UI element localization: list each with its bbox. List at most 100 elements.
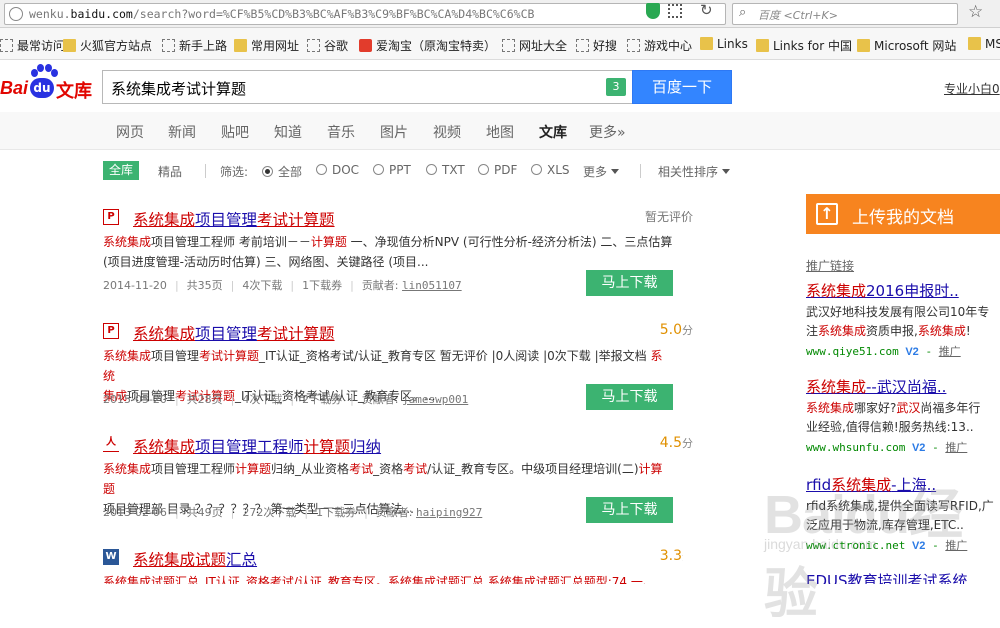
search-button[interactable]: 百度一下 — [632, 70, 732, 104]
filter-bar: 全库 精品 筛选: 全部 DOC PPT TXT PDF XLS 更多 相关性排… — [0, 158, 780, 184]
ad-promote-tag[interactable]: 推广 — [939, 345, 961, 358]
filter-more[interactable]: 更多 — [583, 163, 620, 180]
result-score: 3.3分 — [659, 548, 683, 564]
ppt-file-icon: P — [103, 323, 119, 339]
tab-tieba[interactable]: 贴吧 — [221, 122, 249, 142]
baidu-wenku-logo[interactable]: Bai du 文库 — [0, 64, 96, 104]
reload-icon[interactable]: ↻ — [700, 1, 713, 19]
bookmark-ms[interactable]: MS — [968, 37, 1000, 51]
bookmark-url-directory[interactable]: 网址大全 — [502, 37, 567, 54]
sort-dropdown[interactable]: 相关性排序 — [658, 163, 731, 180]
ad-body: 系统集成哪家好?武汉尚福多年行 业经验,值得信赖!服务热线:13.. — [806, 401, 981, 434]
tab-music[interactable]: 音乐 — [327, 122, 355, 142]
ad-title[interactable]: 系统集成--武汉尚福.. — [806, 376, 1000, 397]
tab-wenku[interactable]: 文库 — [539, 122, 567, 142]
filter-label: 筛选: — [220, 165, 249, 179]
bookmark-common-sites[interactable]: 常用网址 — [234, 37, 299, 54]
address-toolbar: wenku.baidu.com/search?word=%CF%B5%CD%B3… — [0, 0, 1000, 28]
result-score: 5.0分 — [659, 322, 693, 338]
bookmark-google[interactable]: 谷歌 — [307, 37, 348, 54]
chevron-down-icon — [722, 169, 731, 174]
page-icon — [502, 39, 515, 52]
bookmark-links[interactable]: Links — [700, 37, 748, 51]
tab-more[interactable]: 更多» — [589, 122, 626, 142]
paw-icon — [30, 64, 58, 78]
filter-xls[interactable]: XLS — [531, 163, 570, 177]
folder-icon — [700, 37, 713, 50]
download-button[interactable]: 马上下载 — [586, 497, 673, 523]
result-title[interactable]: 系统集成项目管理考试计算题 — [133, 322, 335, 344]
bookmarks-bar: 最常访问 火狐官方站点 新手上路 常用网址 谷歌 爱淘宝（原淘宝特卖） 网址大全… — [0, 28, 1000, 60]
sponsored-links-heading[interactable]: 推广链接 — [806, 257, 854, 274]
result-item: P 系统集成项目管理考试计算题 5.0分 系统集成项目管理考试计算题_IT认证_… — [103, 322, 693, 422]
globe-icon — [9, 7, 23, 21]
verified-v2-icon: V2 — [905, 346, 919, 358]
radio-icon — [531, 164, 542, 175]
page-icon — [307, 39, 320, 52]
shield-icon[interactable] — [646, 3, 660, 19]
ad-url: www.qiye51.com V2 - 推广 — [806, 345, 961, 358]
bookmark-most-visited[interactable]: 最常访问 — [0, 37, 65, 54]
bookmark-game-center[interactable]: 游戏中心 — [627, 37, 692, 54]
pro-link[interactable]: 专业小白0 — [944, 80, 1000, 97]
premium-filter[interactable]: 精品 — [158, 163, 182, 180]
download-button[interactable]: 马上下载 — [586, 384, 673, 410]
result-item: W 系统集成试题汇总 3.3分 系统集成试题汇总_IT认证_资格考试/认证_教育… — [103, 548, 683, 584]
bookmark-haosou[interactable]: 好搜 — [576, 37, 617, 54]
taobao-icon — [359, 39, 372, 52]
qr-code-icon[interactable] — [668, 4, 682, 18]
chevron-down-icon — [611, 169, 620, 174]
tab-web[interactable]: 网页 — [116, 122, 144, 142]
result-score: 4.5分 — [659, 435, 693, 451]
filter-all[interactable]: 全部 — [262, 163, 302, 180]
tab-zhidao[interactable]: 知道 — [274, 122, 302, 142]
filter-txt[interactable]: TXT — [426, 163, 465, 177]
result-title[interactable]: 系统集成项目管理考试计算题 — [133, 208, 335, 230]
download-button[interactable]: 马上下载 — [586, 270, 673, 296]
folder-icon — [234, 39, 247, 52]
tab-images[interactable]: 图片 — [380, 122, 408, 142]
page-icon — [0, 39, 13, 52]
result-title[interactable]: 系统集成项目管理工程师计算题归纳 — [133, 435, 381, 457]
radio-icon — [373, 164, 384, 175]
ad-title[interactable]: 系统集成2016申报时.. — [806, 280, 1000, 301]
result-item: 人 系统集成项目管理工程师计算题归纳 4.5分 系统集成项目管理工程师计算题归纳… — [103, 435, 693, 535]
bookmark-links-china[interactable]: Links for 中国 — [756, 37, 852, 54]
bookmark-firefox[interactable]: 火狐官方站点 — [63, 37, 152, 54]
tab-video[interactable]: 视频 — [433, 122, 461, 142]
filter-doc[interactable]: DOC — [316, 163, 359, 177]
result-score: 暂无评价 — [644, 210, 693, 224]
query-count-badge: 3 — [606, 78, 626, 96]
page-icon — [162, 39, 175, 52]
wenku-header: Bai du 文库 系统集成考试计算题 3 百度一下 专业小白0 — [0, 60, 1000, 112]
radio-icon — [262, 166, 273, 177]
word-file-icon: W — [103, 549, 119, 565]
tab-map[interactable]: 地图 — [486, 122, 514, 142]
filter-ppt[interactable]: PPT — [373, 163, 411, 177]
ad-url: www.whsunfu.com V2 - 推广 — [806, 441, 968, 454]
folder-icon — [968, 37, 981, 50]
upload-document-button[interactable]: ↑ 上传我的文档 — [806, 194, 1000, 234]
category-nav: 网页 新闻 贴吧 知道 音乐 图片 视频 地图 文库 更多» — [0, 112, 1000, 150]
bookmark-aitaobao[interactable]: 爱淘宝（原淘宝特卖） — [359, 37, 496, 54]
ad-item: 系统集成2016申报时.. 武汉好地科技发展有限公司10年专 注系统集成资质申报,… — [806, 280, 1000, 359]
bookmark-star-icon[interactable]: ☆ — [968, 2, 983, 22]
result-meta: 2015-05-20 | 共28页 | 4次下载 | 2下载券 | 贡献者: jameswp00… — [103, 393, 469, 406]
ad-promote-tag[interactable]: 推广 — [945, 441, 967, 454]
url-bar[interactable]: wenku.baidu.com/search?word=%CF%B5%CD%B3… — [4, 3, 726, 25]
result-abstract: 系统集成试题汇总_IT认证_资格考试/认证_教育专区。系统集成试题汇总 系统集成… — [103, 575, 655, 584]
bookmark-microsoft[interactable]: Microsoft 网站 — [857, 37, 956, 54]
browser-search-box[interactable]: ⌕ 百度 <Ctrl+K> — [732, 3, 958, 25]
bookmark-getting-started[interactable]: 新手上路 — [162, 37, 227, 54]
search-placeholder: 百度 <Ctrl+K> — [758, 9, 838, 22]
result-title[interactable]: 系统集成试题汇总 — [133, 548, 257, 570]
radio-icon — [316, 164, 327, 175]
all-library-button[interactable]: 全库 — [103, 161, 139, 180]
filter-pdf[interactable]: PDF — [478, 163, 517, 177]
result-abstract: 系统集成项目管理工程师 考前培训－－计算题 一、净现值分析NPV (可行性分析-… — [103, 235, 673, 269]
upload-arrow-icon: ↑ — [816, 203, 838, 225]
result-meta: 2013-02-06 | 共49页 | 272次下载 | 1下载券 | 贡献者: haiping… — [103, 506, 483, 519]
tab-news[interactable]: 新闻 — [168, 122, 196, 142]
url-text: wenku.baidu.com/search?word=%CF%B5%CD%B3… — [29, 7, 535, 21]
query-input[interactable]: 系统集成考试计算题 3 — [102, 70, 632, 104]
